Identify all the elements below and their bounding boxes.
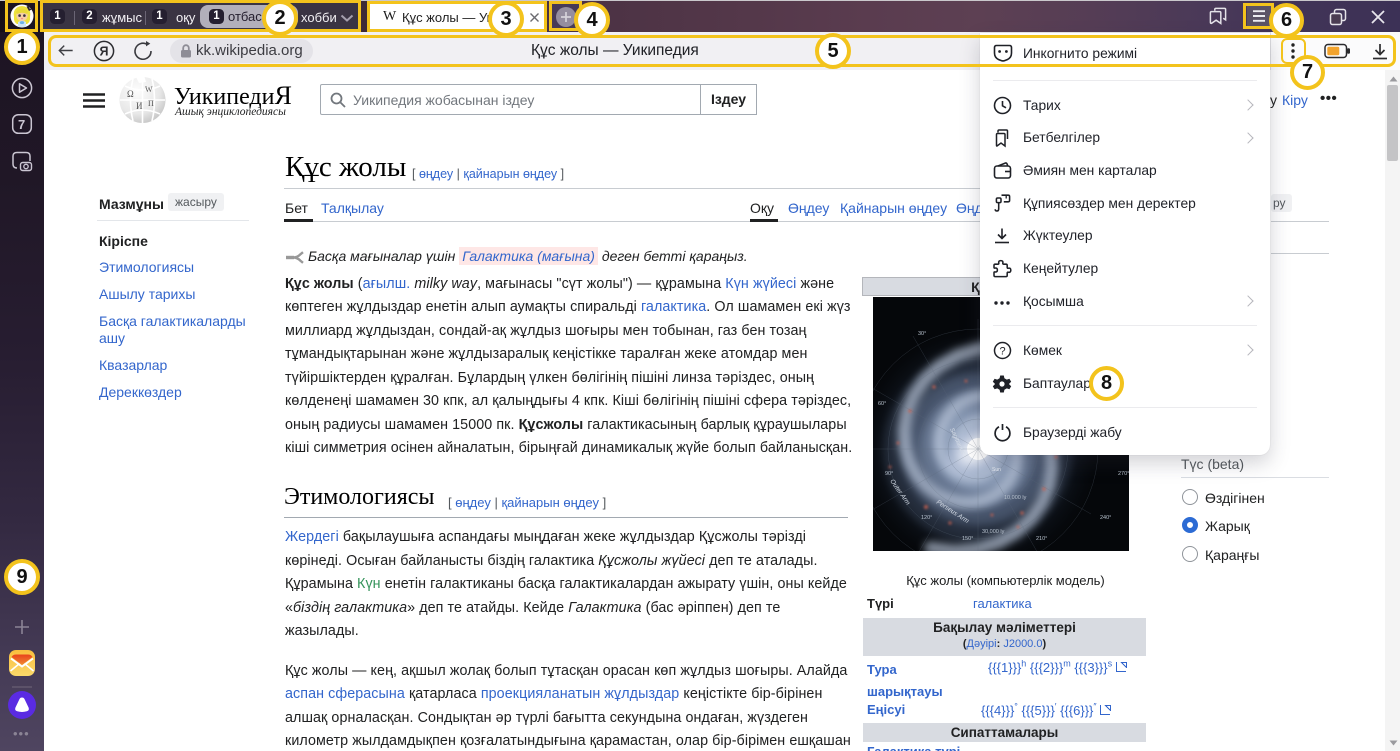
svg-text:W: W [145, 85, 153, 94]
svg-text:П: П [148, 99, 154, 108]
svg-text:90°: 90° [885, 471, 893, 477]
svg-text:60°: 60° [878, 401, 886, 407]
svg-text:240°: 240° [1100, 515, 1111, 521]
svg-text:210°: 210° [1036, 536, 1047, 542]
svg-text:И: И [136, 101, 143, 111]
svg-text:10,000 ly: 10,000 ly [1004, 495, 1027, 501]
svg-text:270°: 270° [1118, 471, 1129, 477]
svg-text:120°: 120° [921, 515, 932, 521]
svg-text:?: ? [1000, 346, 1006, 358]
svg-text:Sun: Sun [992, 467, 1001, 473]
svg-text:30°: 30° [918, 331, 926, 337]
svg-text:30,000 ly: 30,000 ly [982, 529, 1005, 535]
svg-text:Ω: Ω [127, 89, 134, 99]
svg-text:150°: 150° [962, 536, 973, 542]
svg-text:7: 7 [18, 117, 25, 132]
